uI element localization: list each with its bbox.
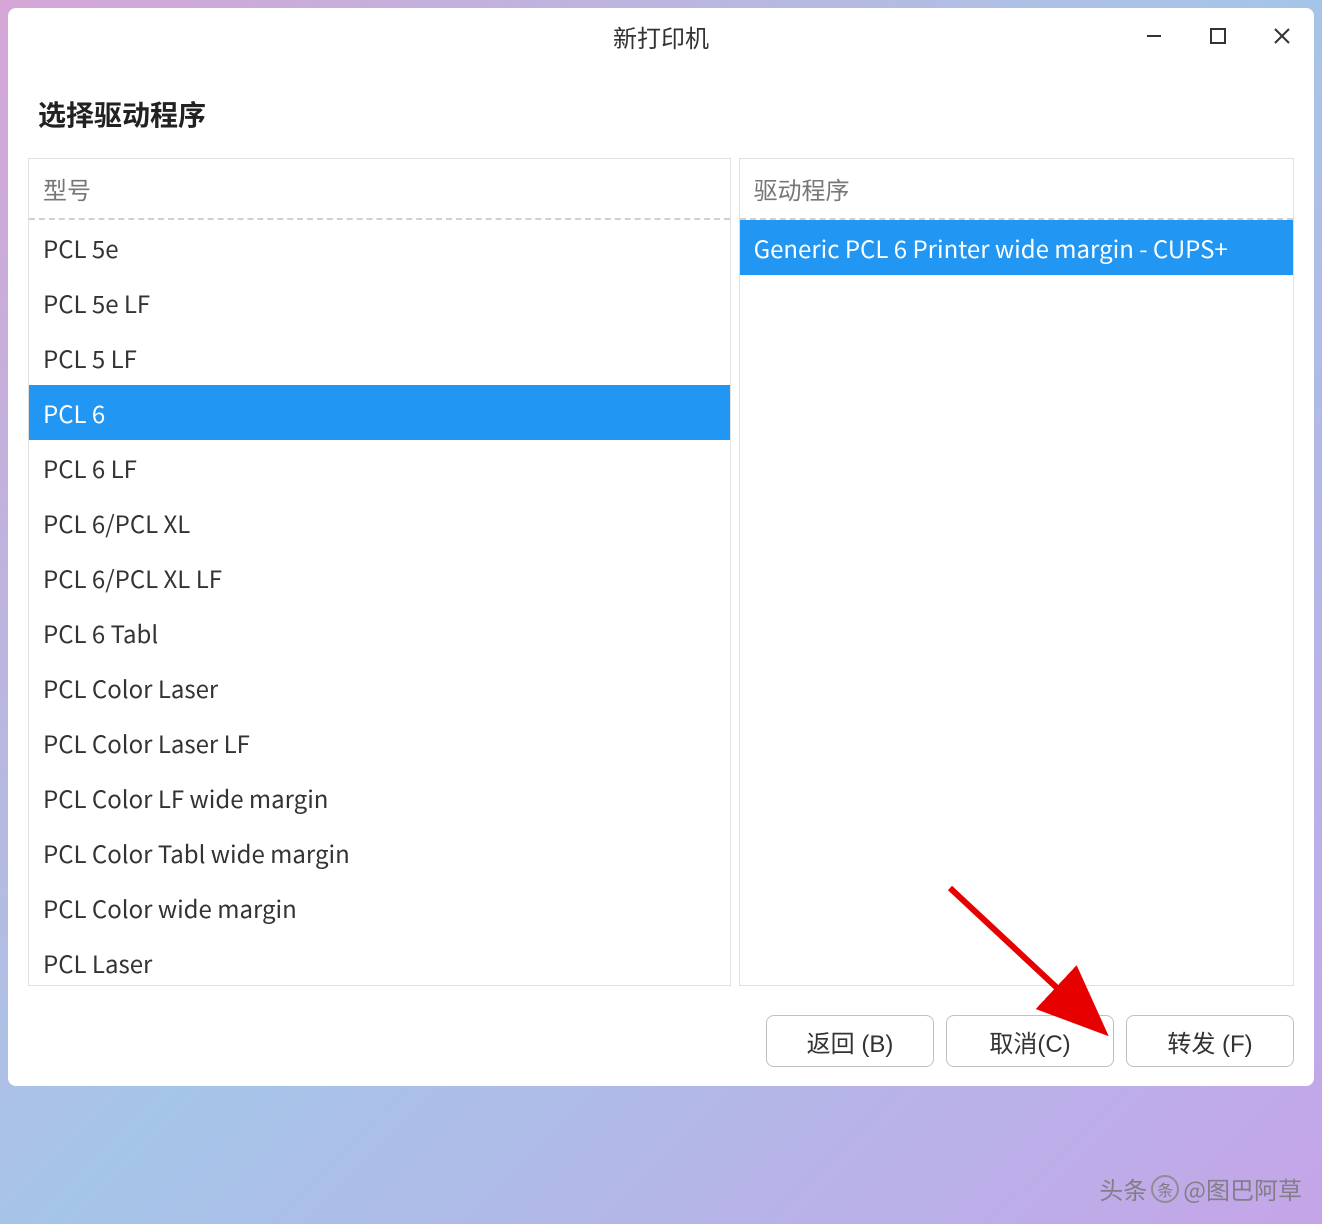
window-controls bbox=[1140, 8, 1296, 64]
lists-container: 型号 PCL 5ePCL 5e LFPCL 5 LFPCL 6PCL 6 LFP… bbox=[28, 158, 1294, 986]
cancel-button[interactable]: 取消(C) bbox=[946, 1015, 1114, 1067]
watermark: 头条 条 @图巴阿草 bbox=[1099, 1171, 1302, 1206]
window-title: 新打印机 bbox=[613, 19, 709, 54]
model-list-item[interactable]: PCL 5e bbox=[29, 220, 730, 275]
model-list-item[interactable]: PCL 6/PCL XL bbox=[29, 495, 730, 550]
model-list-item[interactable]: PCL 6 Tabl bbox=[29, 605, 730, 660]
model-list-item[interactable]: PCL Color LF wide margin bbox=[29, 770, 730, 825]
titlebar: 新打印机 bbox=[8, 8, 1314, 64]
model-list-item[interactable]: PCL 6/PCL XL LF bbox=[29, 550, 730, 605]
content-area: 选择驱动程序 型号 PCL 5ePCL 5e LFPCL 5 LFPCL 6PC… bbox=[8, 64, 1314, 996]
model-list-item[interactable]: PCL 6 bbox=[29, 385, 730, 440]
back-button[interactable]: 返回 (B) bbox=[766, 1015, 934, 1067]
section-title: 选择驱动程序 bbox=[28, 94, 1294, 134]
close-button[interactable] bbox=[1268, 22, 1296, 50]
watermark-text1: 头条 bbox=[1099, 1171, 1147, 1206]
model-list-panel: 型号 PCL 5ePCL 5e LFPCL 5 LFPCL 6PCL 6 LFP… bbox=[28, 158, 731, 986]
model-list-item[interactable]: PCL Color Laser LF bbox=[29, 715, 730, 770]
forward-button[interactable]: 转发 (F) bbox=[1126, 1015, 1294, 1067]
model-list-item[interactable]: PCL 5 LF bbox=[29, 330, 730, 385]
model-list-item[interactable]: PCL Color wide margin bbox=[29, 880, 730, 935]
maximize-button[interactable] bbox=[1204, 22, 1232, 50]
model-list-item[interactable]: PCL Color Laser bbox=[29, 660, 730, 715]
footer: 返回 (B) 取消(C) 转发 (F) bbox=[8, 996, 1314, 1086]
driver-list[interactable]: Generic PCL 6 Printer wide margin - CUPS… bbox=[740, 220, 1293, 985]
model-list-item[interactable]: PCL 5e LF bbox=[29, 275, 730, 330]
driver-list-item[interactable]: Generic PCL 6 Printer wide margin - CUPS… bbox=[740, 220, 1293, 275]
minimize-icon bbox=[1144, 26, 1164, 46]
driver-list-panel: 驱动程序 Generic PCL 6 Printer wide margin -… bbox=[739, 158, 1294, 986]
watermark-icon: 条 bbox=[1151, 1175, 1179, 1203]
model-column-header: 型号 bbox=[29, 159, 730, 220]
close-icon bbox=[1272, 26, 1292, 46]
model-list-item[interactable]: PCL 6 LF bbox=[29, 440, 730, 495]
maximize-icon bbox=[1209, 27, 1227, 45]
window: 新打印机 选择驱动程序 型号 bbox=[8, 8, 1314, 1086]
minimize-button[interactable] bbox=[1140, 22, 1168, 50]
driver-column-header: 驱动程序 bbox=[740, 159, 1293, 220]
model-list-item[interactable]: PCL Laser bbox=[29, 935, 730, 985]
model-list[interactable]: PCL 5ePCL 5e LFPCL 5 LFPCL 6PCL 6 LFPCL … bbox=[29, 220, 730, 985]
model-list-item[interactable]: PCL Color Tabl wide margin bbox=[29, 825, 730, 880]
watermark-text2: @图巴阿草 bbox=[1183, 1171, 1302, 1206]
